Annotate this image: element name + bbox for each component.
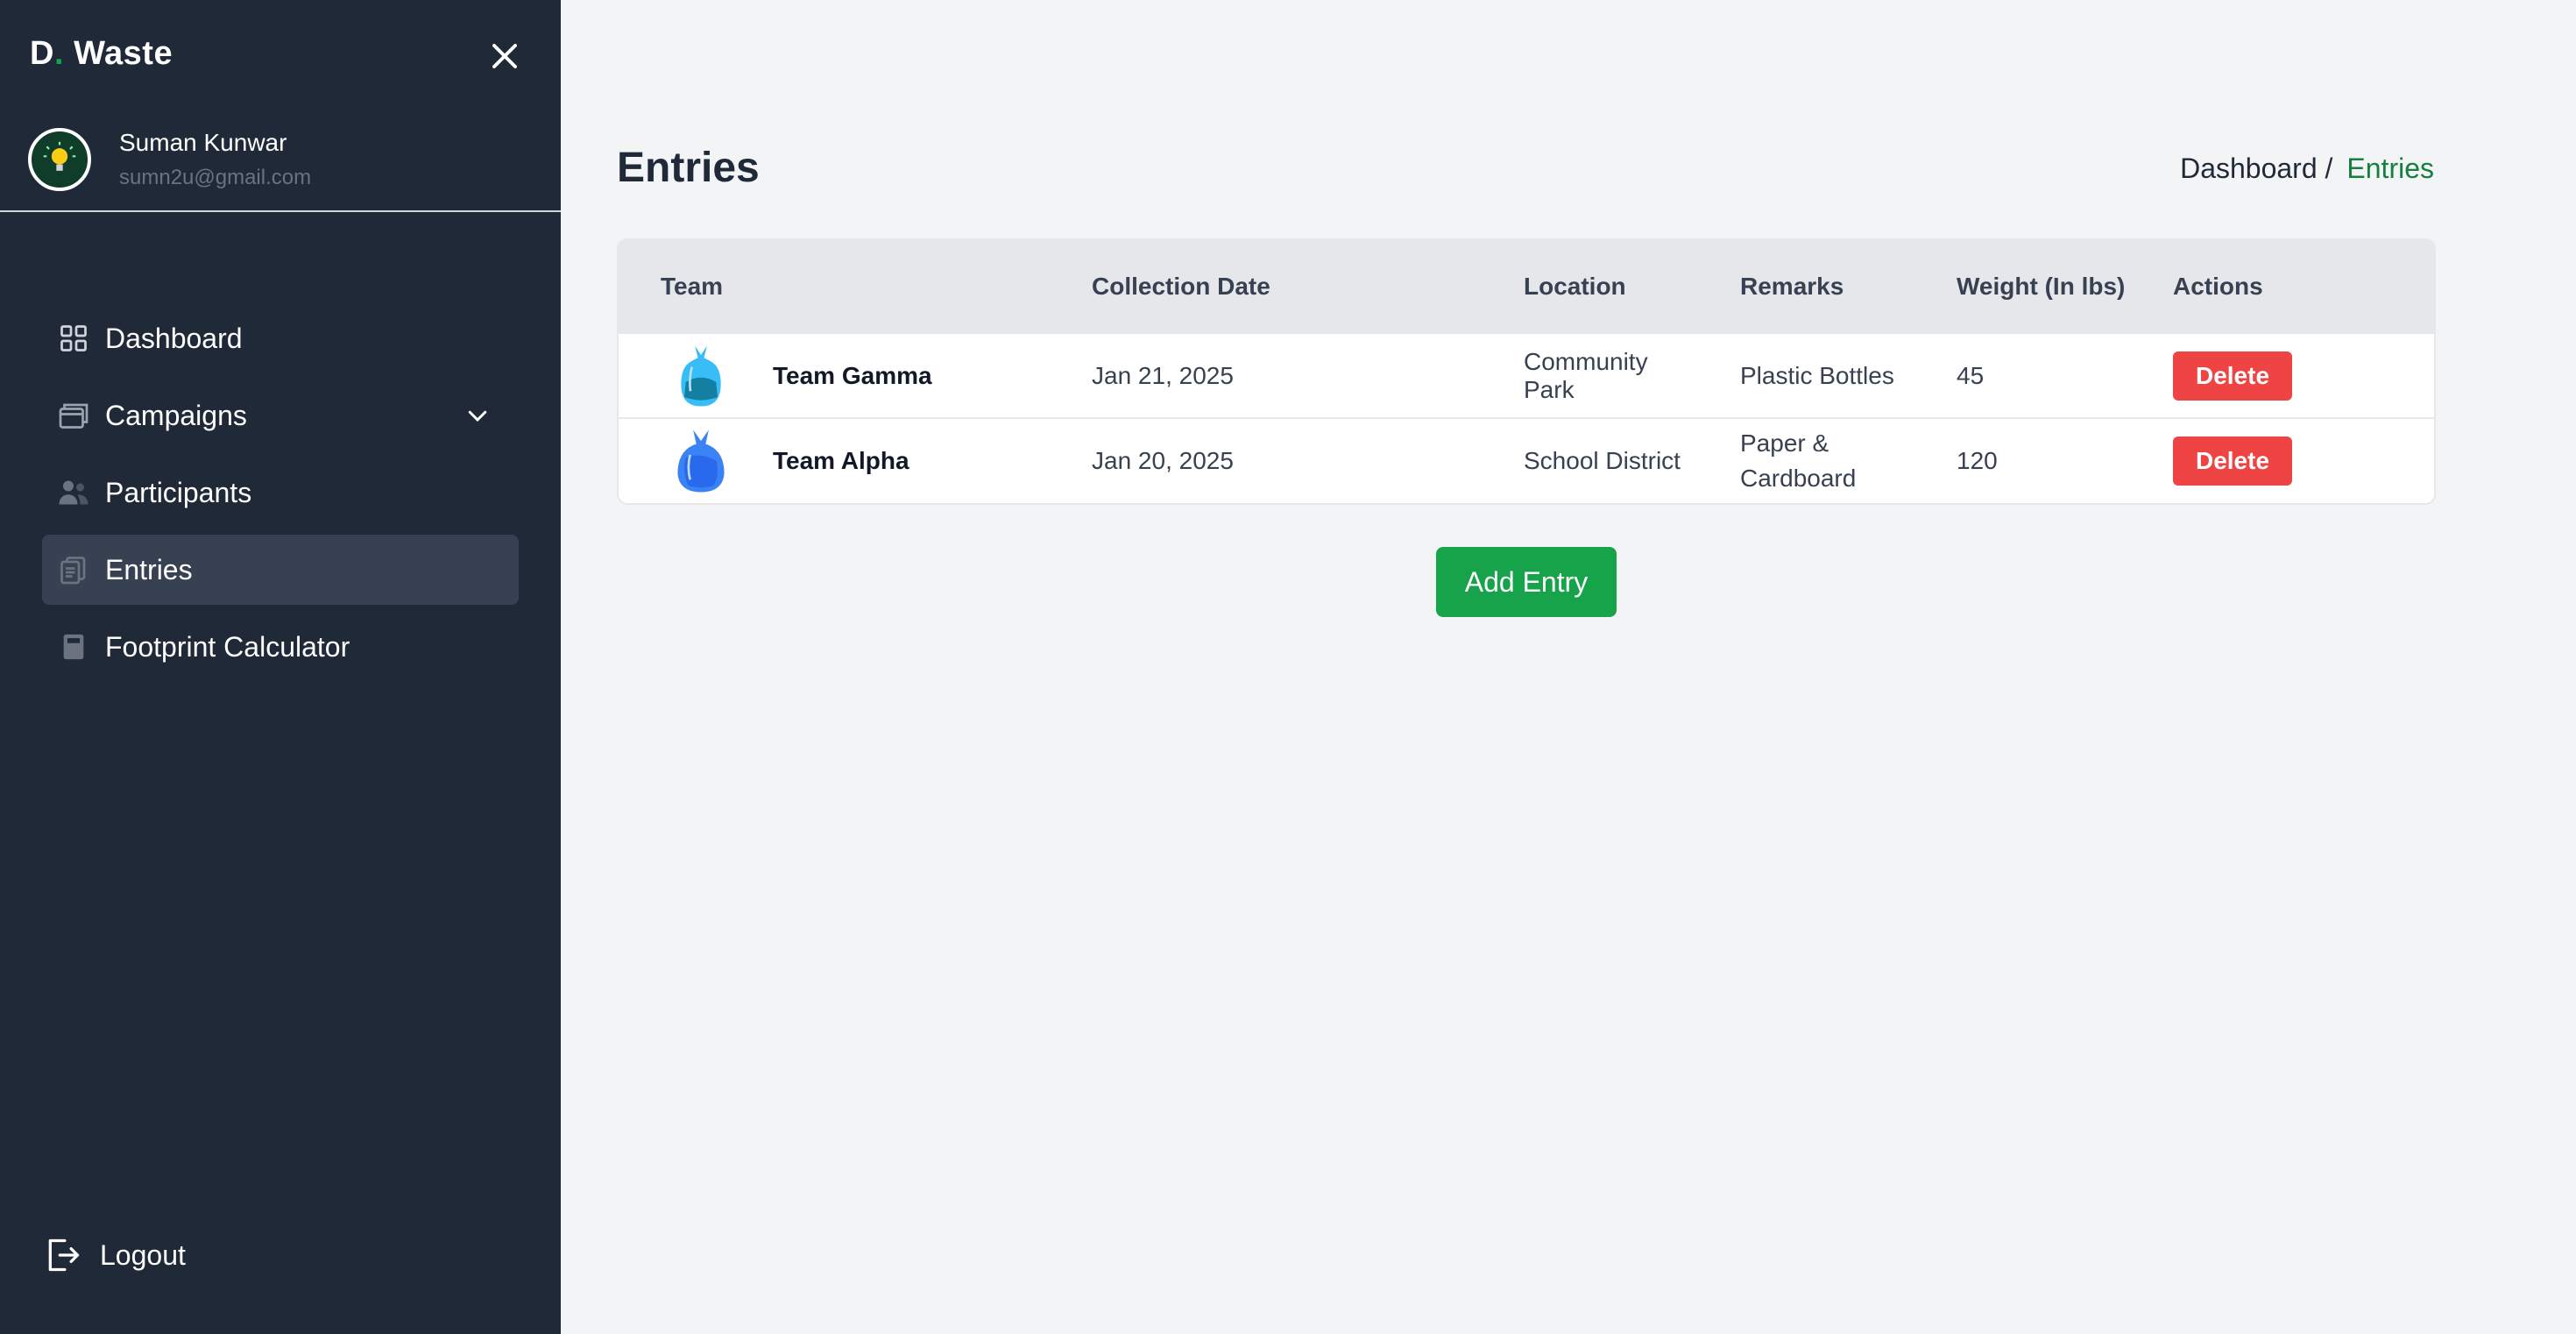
brand-dot: . xyxy=(53,35,65,72)
column-header-location[interactable]: Location xyxy=(1482,240,1698,333)
column-header-actions: Actions xyxy=(2173,272,2263,300)
breadcrumb-home[interactable]: Dashboard / xyxy=(2180,153,2332,185)
sidebar-item-dashboard[interactable]: Dashboard xyxy=(42,303,519,373)
collection-date: Jan 20, 2025 xyxy=(1092,447,1234,474)
user-profile: Suman Kunwar sumn2u@gmail.com xyxy=(28,124,311,195)
calculator-icon xyxy=(56,629,91,664)
avatar[interactable] xyxy=(28,128,91,191)
brand-name: Waste xyxy=(64,35,173,72)
logout-button[interactable]: Logout xyxy=(44,1236,186,1274)
table-row: Team Gamma Jan 21, 2025 Community Park P… xyxy=(619,333,2434,418)
user-email: sumn2u@gmail.com xyxy=(119,166,312,189)
campaigns-icon xyxy=(56,398,91,433)
location: School District xyxy=(1524,447,1681,474)
collection-date: Jan 21, 2025 xyxy=(1092,361,1234,389)
remarks: Plastic Bottles xyxy=(1740,361,1894,389)
users-icon xyxy=(56,475,91,510)
page-title: Entries xyxy=(617,145,760,191)
table-header-row: Team Collection Date Location Remarks We… xyxy=(619,240,2434,333)
breadcrumb-current[interactable]: Entries xyxy=(2346,153,2434,185)
grid-icon xyxy=(56,321,91,356)
clipboard-icon xyxy=(56,552,91,587)
sidebar-item-entries[interactable]: Entries xyxy=(42,535,519,605)
delete-button[interactable]: Delete xyxy=(2173,351,2292,401)
entries-table: Team Collection Date Location Remarks We… xyxy=(617,238,2436,505)
brand-prefix: D xyxy=(30,35,54,72)
sidebar-item-campaigns[interactable]: Campaigns xyxy=(42,380,519,451)
brand-logo[interactable]: D. Waste xyxy=(30,35,173,73)
trash-bag-image xyxy=(668,428,734,494)
logout-icon xyxy=(44,1236,82,1274)
sidebar-item-label: Entries xyxy=(105,553,193,585)
column-header-remarks[interactable]: Remarks xyxy=(1698,240,1914,333)
breadcrumb: Dashboard / Entries xyxy=(2180,153,2434,185)
remarks: Paper & Cardboard xyxy=(1740,429,1857,492)
sidebar-nav: Dashboard Campaigns Participants Entries xyxy=(42,303,519,689)
sidebar-item-participants[interactable]: Participants xyxy=(42,458,519,528)
sidebar-divider xyxy=(0,210,561,212)
close-icon xyxy=(492,44,517,68)
sidebar-item-label: Participants xyxy=(105,476,252,508)
logout-label: Logout xyxy=(100,1238,186,1271)
user-name: Suman Kunwar xyxy=(119,129,287,156)
column-header-team[interactable]: Team xyxy=(619,240,1050,333)
team-name: Team Gamma xyxy=(773,361,932,389)
add-entry-button[interactable]: Add Entry xyxy=(1436,547,1617,617)
table-row: Team Alpha Jan 20, 2025 School District … xyxy=(619,418,2434,503)
delete-button[interactable]: Delete xyxy=(2173,436,2292,486)
lightbulb-icon xyxy=(43,141,76,171)
trash-bag-image xyxy=(668,343,734,409)
team-name: Team Alpha xyxy=(773,447,909,474)
close-sidebar-button[interactable] xyxy=(484,35,526,77)
column-header-weight[interactable]: Weight (In lbs) xyxy=(1914,240,2131,333)
sidebar-item-label: Dashboard xyxy=(105,322,243,354)
weight: 45 xyxy=(1957,361,1985,389)
sidebar-item-footprint-calculator[interactable]: Footprint Calculator xyxy=(42,612,519,682)
sidebar: D. Waste Suman Kunwar sumn2u@gmail.com D… xyxy=(0,0,561,1334)
column-header-collection-date[interactable]: Collection Date xyxy=(1050,240,1482,333)
chevron-down-icon[interactable] xyxy=(464,402,491,429)
sidebar-item-label: Footprint Calculator xyxy=(105,630,350,663)
location: Community Park xyxy=(1524,347,1648,403)
weight: 120 xyxy=(1957,447,1998,474)
sidebar-item-label: Campaigns xyxy=(105,399,247,431)
